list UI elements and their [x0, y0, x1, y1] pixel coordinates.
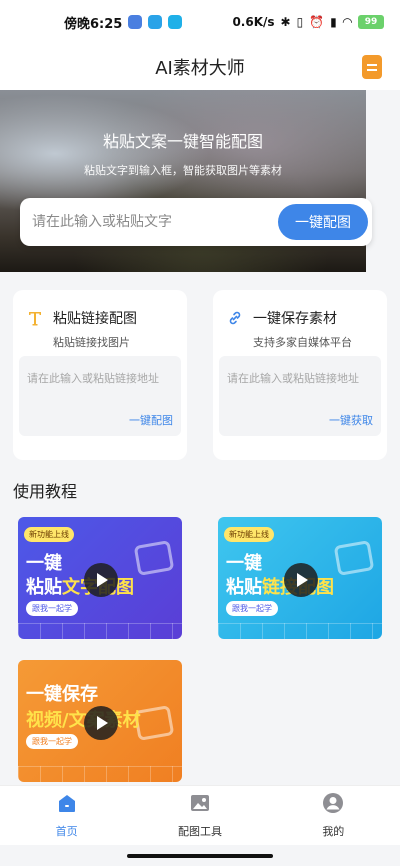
nav-label: 配图工具: [177, 825, 222, 838]
tutorial-heading: 一键: [26, 553, 62, 574]
card-title: 一键保存素材: [253, 311, 337, 327]
app-notification-icon: [128, 15, 143, 29]
banner-title: 粘贴文案一键智能配图: [102, 132, 263, 151]
image-icon: [189, 792, 211, 817]
home-indicator: [127, 854, 273, 858]
link-input-area[interactable]: 请在此输入或粘贴链接地址 一键获取: [219, 356, 381, 436]
match-images-button[interactable]: 一键配图: [278, 204, 368, 240]
learn-with-me-pill: 跟我一起学: [26, 601, 78, 616]
tutorial-section-title: 使用教程: [13, 482, 78, 501]
signal-icon: ▮: [330, 15, 337, 29]
match-images-link[interactable]: 一键配图: [129, 412, 173, 428]
bottom-navigation: 首页 配图工具 我的: [0, 785, 400, 845]
tutorial-video-card[interactable]: 一键保存 视频/文案素材 跟我一起学: [18, 660, 182, 782]
link-icon: [227, 310, 243, 326]
link-input-area[interactable]: 请在此输入或粘贴链接地址 一键配图: [19, 356, 181, 436]
wifi-icon: ◠: [342, 15, 352, 29]
decorative-bricks: [18, 766, 182, 782]
banner-subtitle: 粘贴文字到输入框，智能获取图片等素材: [84, 164, 282, 177]
network-speed: 0.6K/s: [232, 15, 275, 29]
tutorial-video-card[interactable]: 新功能上线 一键 粘贴文字配图 跟我一起学: [18, 517, 182, 639]
card-subtitle: 支持多家自媒体平台: [253, 336, 352, 349]
alarm-icon: ⏰: [309, 15, 325, 29]
play-icon[interactable]: [84, 706, 118, 740]
vibrate-icon: ▯: [296, 15, 304, 29]
text-t-icon: [27, 310, 43, 326]
image-icon: [133, 540, 175, 576]
tutorial-heading: 一键: [226, 553, 262, 574]
text-input[interactable]: [32, 214, 262, 230]
nav-label: 我的: [322, 825, 345, 838]
learn-with-me-pill: 跟我一起学: [226, 601, 278, 616]
decorative-bricks: [218, 623, 382, 639]
play-icon[interactable]: [284, 563, 318, 597]
status-time: 傍晚6:25: [64, 16, 123, 32]
bluetooth-icon: ✱: [280, 15, 291, 29]
new-feature-badge: 新功能上线: [24, 527, 74, 542]
app-header: AI素材大师: [0, 44, 400, 90]
app-notification-icon: [148, 15, 163, 29]
new-feature-badge: 新功能上线: [224, 527, 274, 542]
save-material-card: 一键保存素材 支持多家自媒体平台 请在此输入或粘贴链接地址 一键获取: [213, 290, 387, 460]
app-notification-icon: [168, 15, 183, 29]
nav-label: 首页: [55, 825, 78, 838]
text-input-box: 一键配图: [20, 198, 372, 246]
decorative-bricks: [18, 623, 182, 639]
card-title: 粘贴链接配图: [53, 311, 137, 327]
nav-item-image-tools[interactable]: 配图工具: [133, 786, 266, 845]
status-bar: 傍晚6:25 0.6K/s ✱ ▯ ⏰ ▮ ◠ 99: [0, 0, 400, 44]
home-icon: [56, 792, 78, 817]
battery-icon: 99: [358, 15, 384, 29]
fetch-material-link[interactable]: 一键获取: [329, 412, 373, 428]
tutorial-video-card[interactable]: 新功能上线 一键 粘贴链接配图 跟我一起学: [218, 517, 382, 639]
nav-item-home[interactable]: 首页: [0, 786, 133, 845]
tutorial-heading: 一键保存: [26, 684, 98, 705]
nav-item-profile[interactable]: 我的: [267, 786, 400, 845]
card-subtitle: 粘贴链接找图片: [53, 336, 130, 349]
document-icon[interactable]: [362, 55, 382, 79]
image-icon: [333, 540, 375, 576]
link-image-card: 粘贴链接配图 粘贴链接找图片 请在此输入或粘贴链接地址 一键配图: [13, 290, 187, 460]
page-title: AI素材大师: [155, 58, 245, 79]
user-icon: [322, 792, 344, 817]
link-input-placeholder: 请在此输入或粘贴链接地址: [227, 372, 359, 385]
link-input-placeholder: 请在此输入或粘贴链接地址: [27, 372, 159, 385]
play-icon[interactable]: [84, 563, 118, 597]
learn-with-me-pill: 跟我一起学: [26, 734, 78, 749]
